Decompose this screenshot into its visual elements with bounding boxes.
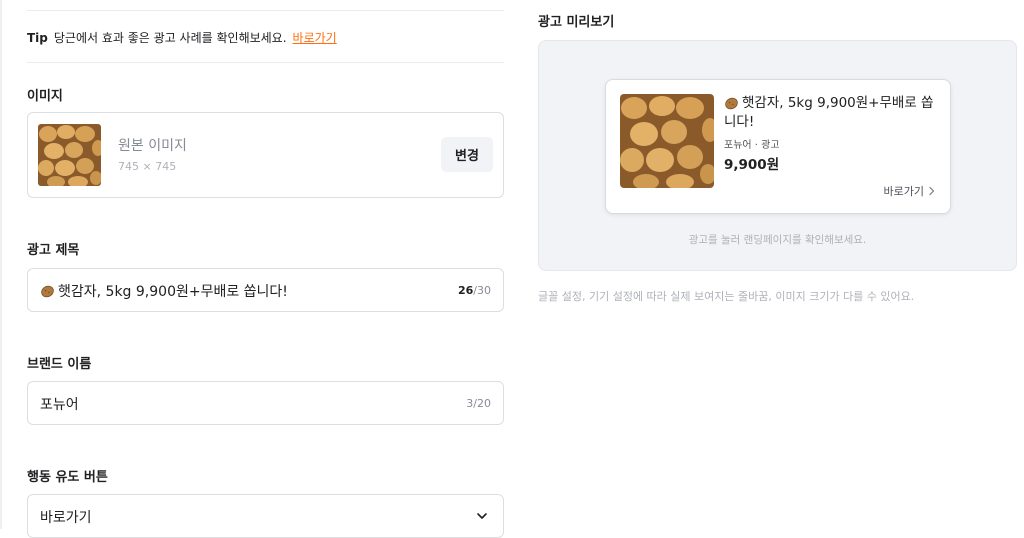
chevron-down-icon xyxy=(477,513,487,519)
potato-emoji-icon xyxy=(725,97,738,109)
preview-title: 광고 미리보기 xyxy=(538,15,615,30)
divider xyxy=(27,62,504,63)
ad-preview-cta[interactable]: 바로가기 xyxy=(884,183,936,199)
image-size: 745 × 745 xyxy=(118,160,177,173)
preview-disclaimer: 글꼴 설정, 기기 설정에 따라 실제 보여지는 줄바꿈, 이미지 크기가 다를… xyxy=(538,290,915,303)
potato-image xyxy=(38,124,101,186)
ad-preview-card[interactable]: 햇감자, 5kg 9,900원+무배로 쏩니다! 포뉴어 · 광고 9,900원… xyxy=(605,79,951,214)
chevron-right-icon xyxy=(929,186,935,196)
image-section-label: 이미지 xyxy=(27,89,63,104)
ad-title-input[interactable]: 햇감자, 5kg 9,900원+무배로 쏩니다! 26/30 xyxy=(27,268,504,312)
ad-preview-title: 햇감자, 5kg 9,900원+무배로 쏩니다! xyxy=(724,94,936,132)
char-count-max: /30 xyxy=(473,284,491,297)
ad-preview-title-text: 햇감자, 5kg 9,900원+무배로 쏩니다! xyxy=(724,95,934,130)
image-name: 원본 이미지 xyxy=(118,138,187,154)
ad-preview-cta-label: 바로가기 xyxy=(883,185,924,198)
ad-title-value-wrap: 햇감자, 5kg 9,900원+무배로 쏩니다! xyxy=(40,281,288,301)
brand-label: 브랜드 이름 xyxy=(27,357,92,372)
cta-label: 행동 유도 버튼 xyxy=(27,470,108,485)
cta-selected-value: 바로가기 xyxy=(40,510,92,526)
brand-char-count: 3/20 xyxy=(466,397,491,410)
preview-panel: 햇감자, 5kg 9,900원+무배로 쏩니다! 포뉴어 · 광고 9,900원… xyxy=(538,40,1017,271)
ad-preview-image xyxy=(620,94,714,188)
divider xyxy=(27,10,504,11)
change-image-button[interactable]: 변경 xyxy=(441,137,493,172)
ad-title-label: 광고 제목 xyxy=(27,243,80,258)
ad-title-value: 햇감자, 5kg 9,900원+무배로 쏩니다! xyxy=(58,284,288,300)
brand-input[interactable]: 포뉴어 3/20 xyxy=(27,381,504,425)
image-card: 원본 이미지 745 × 745 변경 xyxy=(27,112,504,198)
ad-preview-price: 9,900원 xyxy=(724,157,780,173)
ad-preview-brand: 포뉴어 · 광고 xyxy=(724,140,780,151)
tip-text: 당근에서 효과 좋은 광고 사례를 확인해보세요. xyxy=(53,31,287,45)
ad-title-char-count: 26/30 xyxy=(458,284,491,297)
brand-value: 포뉴어 xyxy=(40,397,79,413)
tip-bar: Tip 당근에서 효과 좋은 광고 사례를 확인해보세요. 바로가기 xyxy=(27,29,337,46)
cta-select[interactable]: 바로가기 xyxy=(27,494,504,538)
tip-link[interactable]: 바로가기 xyxy=(293,31,337,45)
potato-emoji-icon xyxy=(41,285,54,297)
left-edge-border xyxy=(0,0,2,529)
tip-label: Tip xyxy=(27,31,48,45)
preview-panel-note: 광고를 눌러 랜딩페이지를 확인해보세요. xyxy=(688,234,867,246)
char-count-current: 26 xyxy=(457,284,474,297)
